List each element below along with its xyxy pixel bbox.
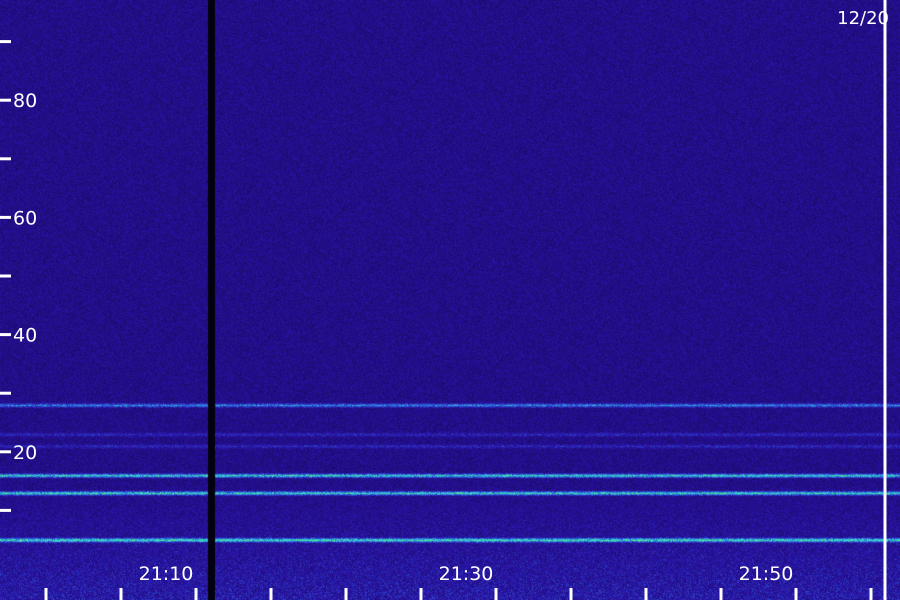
- x-axis-ticks: [44, 588, 873, 600]
- x-time-label: 21:50: [739, 563, 794, 585]
- date-label: 12/20: [837, 8, 889, 29]
- y-tick-label: 40: [13, 325, 37, 347]
- x-time-label: 21:10: [139, 563, 194, 585]
- x-time-label: 21:30: [439, 563, 494, 585]
- y-tick-label: 60: [13, 207, 37, 229]
- y-tick-label: 80: [13, 90, 37, 112]
- x-axis-time-labels: 21:10 21:30 21:50: [139, 563, 794, 585]
- y-axis-minor-ticks: [0, 40, 11, 512]
- y-tick-label: 20: [13, 442, 37, 464]
- chart-axes-overlay: 20406080100 21:1021:3021:50 12/20: [0, 0, 889, 600]
